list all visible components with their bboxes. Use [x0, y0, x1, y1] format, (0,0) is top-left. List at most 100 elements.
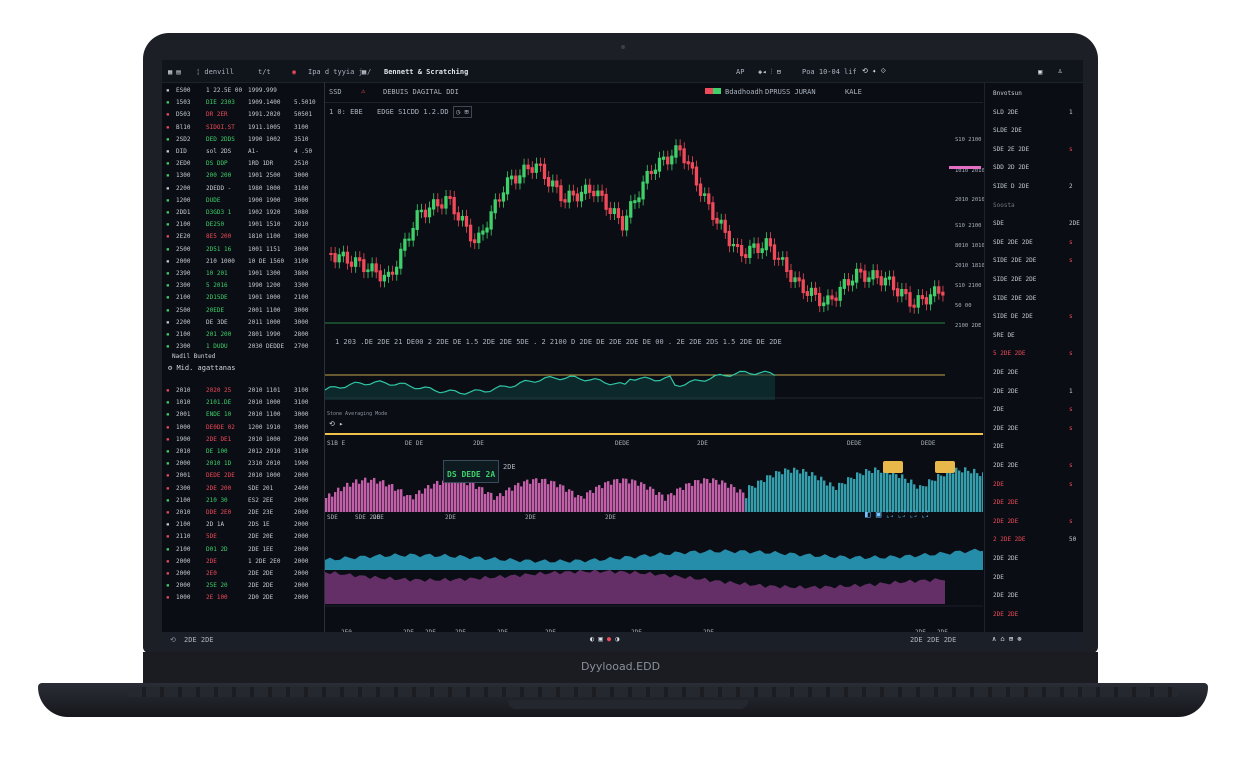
- chart-tab-1[interactable]: DEBUIS DAGITAL DDI: [383, 88, 459, 96]
- watchlist-row[interactable]: ▪ 2300 2DE 200 SDE 201 2400: [166, 484, 320, 495]
- watchlist-row[interactable]: ▪ 2010 DE 100 2012 2910 3100: [166, 447, 320, 458]
- watchlist-row[interactable]: ▪ 2000 2010 1D 2310 2010 1900: [166, 459, 320, 470]
- watchlist-row[interactable]: ▪ 2100 2D15DE 1901 1000 2100: [166, 293, 320, 304]
- watchlist-row[interactable]: ▪ 1000 DE0DE 02 1200 1910 3000: [166, 423, 320, 434]
- top-right-item-2[interactable]: Poa 10-04: [802, 68, 840, 76]
- orderbook-row[interactable]: 2DE s: [993, 479, 1079, 491]
- watchlist-row[interactable]: ▪ 2100 210 30 ES2 2EE 2000: [166, 496, 320, 507]
- watchlist-row[interactable]: ▪ 2390 10 201 1901 1300 3800: [166, 269, 320, 280]
- watchlist-row[interactable]: ▪ 2010 2020 25 2010 1101 3100: [166, 386, 320, 397]
- watchlist-row[interactable]: ▪ 2E20 8E5 200 1810 1100 3000: [166, 232, 320, 243]
- dock-status-icons[interactable]: ∧ ⌂ ⊞ ⊛: [992, 635, 1022, 643]
- orderbook-row[interactable]: 2DE 2DE: [993, 553, 1079, 565]
- dock-app-icons[interactable]: ◐ ▣ ● ◑: [590, 635, 620, 643]
- orderbook-row[interactable]: 2DE: [993, 572, 1079, 584]
- volume-bar: [436, 480, 439, 512]
- orderbook-row[interactable]: SLDE 2DE: [993, 125, 1079, 137]
- watchlist-row[interactable]: ▪ 2500 2D51 16 1001 1151 3000: [166, 245, 320, 256]
- watchlist-row[interactable]: ▪ 2001 DEDE 2DE 2010 1000 2000: [166, 471, 320, 482]
- watchlist-row[interactable]: ▪ 2SD2 DED 2DDS 1990 1002 3510: [166, 135, 320, 146]
- oscillator-chart[interactable]: [325, 350, 983, 400]
- user-icon[interactable]: ♙: [1058, 67, 1062, 75]
- watchlist-row[interactable]: ▪ 2100 D01 2D 2DE 1EE 2000: [166, 545, 320, 556]
- orderbook-row[interactable]: SIDE 2DE 2DE s: [993, 255, 1079, 267]
- watchlist-row[interactable]: ▪ 2000 2DE 1 2DE 2E0 2000: [166, 557, 320, 568]
- tag-badge-1[interactable]: [883, 461, 903, 473]
- chart-tab-3[interactable]: DPRUSS JURAN: [765, 88, 816, 96]
- watchlist-row[interactable]: ▪ DID sol 2DS A1- 4 .50: [166, 147, 320, 158]
- orderbook-row[interactable]: SDE 2E 2DE s: [993, 144, 1079, 156]
- orderbook-row[interactable]: 2DE 2DE s: [993, 460, 1079, 472]
- watchlist-row[interactable]: ▪ Bl10 SIDOI.ST 1911.1005 3100: [166, 123, 320, 134]
- watchlist-row[interactable]: ▪ 2300 1 DUDU 2030 DEDDE 2700: [166, 342, 320, 353]
- watchlist-row[interactable]: ▪ 2300 5 2016 1990 1200 3300: [166, 281, 320, 292]
- orderbook-row[interactable]: 2DE 2DE 1: [993, 386, 1079, 398]
- watchlist-row[interactable]: ▪ 2200 2DEDD - 1980 1000 3100: [166, 184, 320, 195]
- watchlist-row[interactable]: ▪ 2000 2E0 2DE 2DE 2000: [166, 569, 320, 580]
- orderbook-row[interactable]: 2DE 2DE s: [993, 423, 1079, 435]
- watchlist-row[interactable]: ▪ 1000 2E 100 2D0 2DE 2000: [166, 593, 320, 604]
- orderbook-row[interactable]: 2DE s: [993, 404, 1079, 416]
- top-left-item-1[interactable]: ¦ denvill: [196, 68, 234, 76]
- orderbook-row[interactable]: Soosta: [993, 200, 1079, 212]
- watchlist-row[interactable]: ▪ 2100 2D 1A 2DS 1E 2000: [166, 520, 320, 531]
- orderbook-row[interactable]: 2DE: [993, 441, 1079, 453]
- volume-bar: [973, 468, 976, 512]
- top-right-item-1[interactable]: AP: [736, 68, 744, 76]
- watchlist-row[interactable]: ▪ 1010 2101.DE 2010 1000 3100: [166, 398, 320, 409]
- toolbar-icons[interactable]: ◈◂ ⫶ ⊟: [758, 68, 781, 76]
- watchlist-row[interactable]: ▪ 1503 DIE 2303 1909.1400 5.5010: [166, 98, 320, 109]
- top-left-item-2[interactable]: t/t: [258, 68, 271, 76]
- watchlist-row[interactable]: ▪ 1900 2DE DE1 2010 1000 2000: [166, 435, 320, 446]
- orderbook-row[interactable]: SIDE DE 2DE s: [993, 311, 1079, 323]
- orderbook-row[interactable]: SDD 2D 2DE: [993, 162, 1079, 174]
- orderbook-row[interactable]: 2DE 2DE: [993, 590, 1079, 602]
- orderbook-row[interactable]: SRE DE: [993, 330, 1079, 342]
- orderbook-row[interactable]: 2DE 2DE s: [993, 516, 1079, 528]
- window-icon[interactable]: ▣: [1038, 68, 1042, 76]
- orderbook-row[interactable]: 2DE 2DE: [993, 497, 1079, 509]
- orderbook-row[interactable]: Bnvotsun: [993, 88, 1079, 100]
- watchlist-row[interactable]: ▪ 2000 25E 20 2DE 2DE 2000: [166, 581, 320, 592]
- watchlist-row[interactable]: ▪ 1300 200 200 1901 2500 3000: [166, 171, 320, 182]
- chart-ticker[interactable]: SSD: [329, 88, 342, 96]
- record-icon[interactable]: ◉: [292, 68, 296, 76]
- dock-left-icon[interactable]: ⟲: [170, 636, 176, 644]
- play-icon[interactable]: ⟲ ▸: [329, 420, 343, 428]
- watchlist-row[interactable]: ▪ 2010 DDE 2E0 2DE 23E 2000: [166, 508, 320, 519]
- watchlist-row[interactable]: ▪ 2001 ENDE 10 2010 1100 3000: [166, 410, 320, 421]
- orderbook-row[interactable]: SLD 2DE 1: [993, 107, 1079, 119]
- orderbook-row[interactable]: 5 2DE 2DE s: [993, 348, 1079, 360]
- watchlist-row[interactable]: ▪ 2500 20EDE 2001 1100 3000: [166, 306, 320, 317]
- tag-badge-2[interactable]: [935, 461, 955, 473]
- watchlist-row[interactable]: ▪ D503 DR 2ER 1991.2020 50501: [166, 110, 320, 121]
- watchlist-row[interactable]: ▪ 2100 DE250 1901 1510 2810: [166, 220, 320, 231]
- orderbook-row[interactable]: SIDE D 2DE 2: [993, 181, 1079, 193]
- watchlist-row[interactable]: ▪ 2ED0 DS DDP 1RD 1DR 2510: [166, 159, 320, 170]
- watchlist-row[interactable]: ▪ 2200 DE 3DE 2011 1000 3000: [166, 318, 320, 329]
- chart-tab-4[interactable]: KALE: [845, 88, 862, 96]
- tool-icons[interactable]: ◧ ▣ ⛶ ⛶ ⛶ ⛶: [865, 511, 928, 520]
- chart-tab-2[interactable]: Bdadhoadh: [725, 88, 763, 96]
- orderbook-row[interactable]: SIDE 2DE 2DE: [993, 274, 1079, 286]
- grid-icon[interactable]: ▦: [362, 68, 366, 76]
- settings-icons[interactable]: ⟲ ✦ ⟐: [862, 67, 886, 75]
- flow-chart[interactable]: [325, 530, 983, 620]
- orderbook-row[interactable]: SDE 2DE 2DE s: [993, 237, 1079, 249]
- top-right-item-3[interactable]: lif: [844, 68, 857, 76]
- candle-body: [345, 251, 350, 264]
- alert-icon[interactable]: ⚠: [361, 87, 365, 95]
- watchlist-row[interactable]: ▪ 2DD1 D3GD3 1 1902 1920 3080: [166, 208, 320, 219]
- watchlist-row[interactable]: ▪ 2000 210 1000 10 DE 1560 3100: [166, 257, 320, 268]
- watchlist-row[interactable]: ▪ ES00 1 22.5E 00 1999.999: [166, 86, 320, 97]
- orderbook-row[interactable]: SIDE 2DE 2DE: [993, 293, 1079, 305]
- volume-bar: [790, 472, 793, 512]
- orderbook-row[interactable]: SDE 2DE: [993, 218, 1080, 230]
- orderbook-row[interactable]: 2DE 2DE: [993, 367, 1079, 379]
- orderbook-row[interactable]: 2 2DE 2DE 50: [993, 534, 1079, 546]
- watchlist-row[interactable]: ▪ 2100 201 200 2801 1990 2800: [166, 330, 320, 341]
- watchlist-row[interactable]: ▪ 2110 5DE 2DE 20E 2000: [166, 532, 320, 543]
- orderbook-row[interactable]: 2DE 2DE: [993, 609, 1079, 621]
- menu-icon[interactable]: ▦ ▤: [168, 68, 181, 76]
- watchlist-row[interactable]: ▪ 1200 DUDE 1900 1900 3000: [166, 196, 320, 207]
